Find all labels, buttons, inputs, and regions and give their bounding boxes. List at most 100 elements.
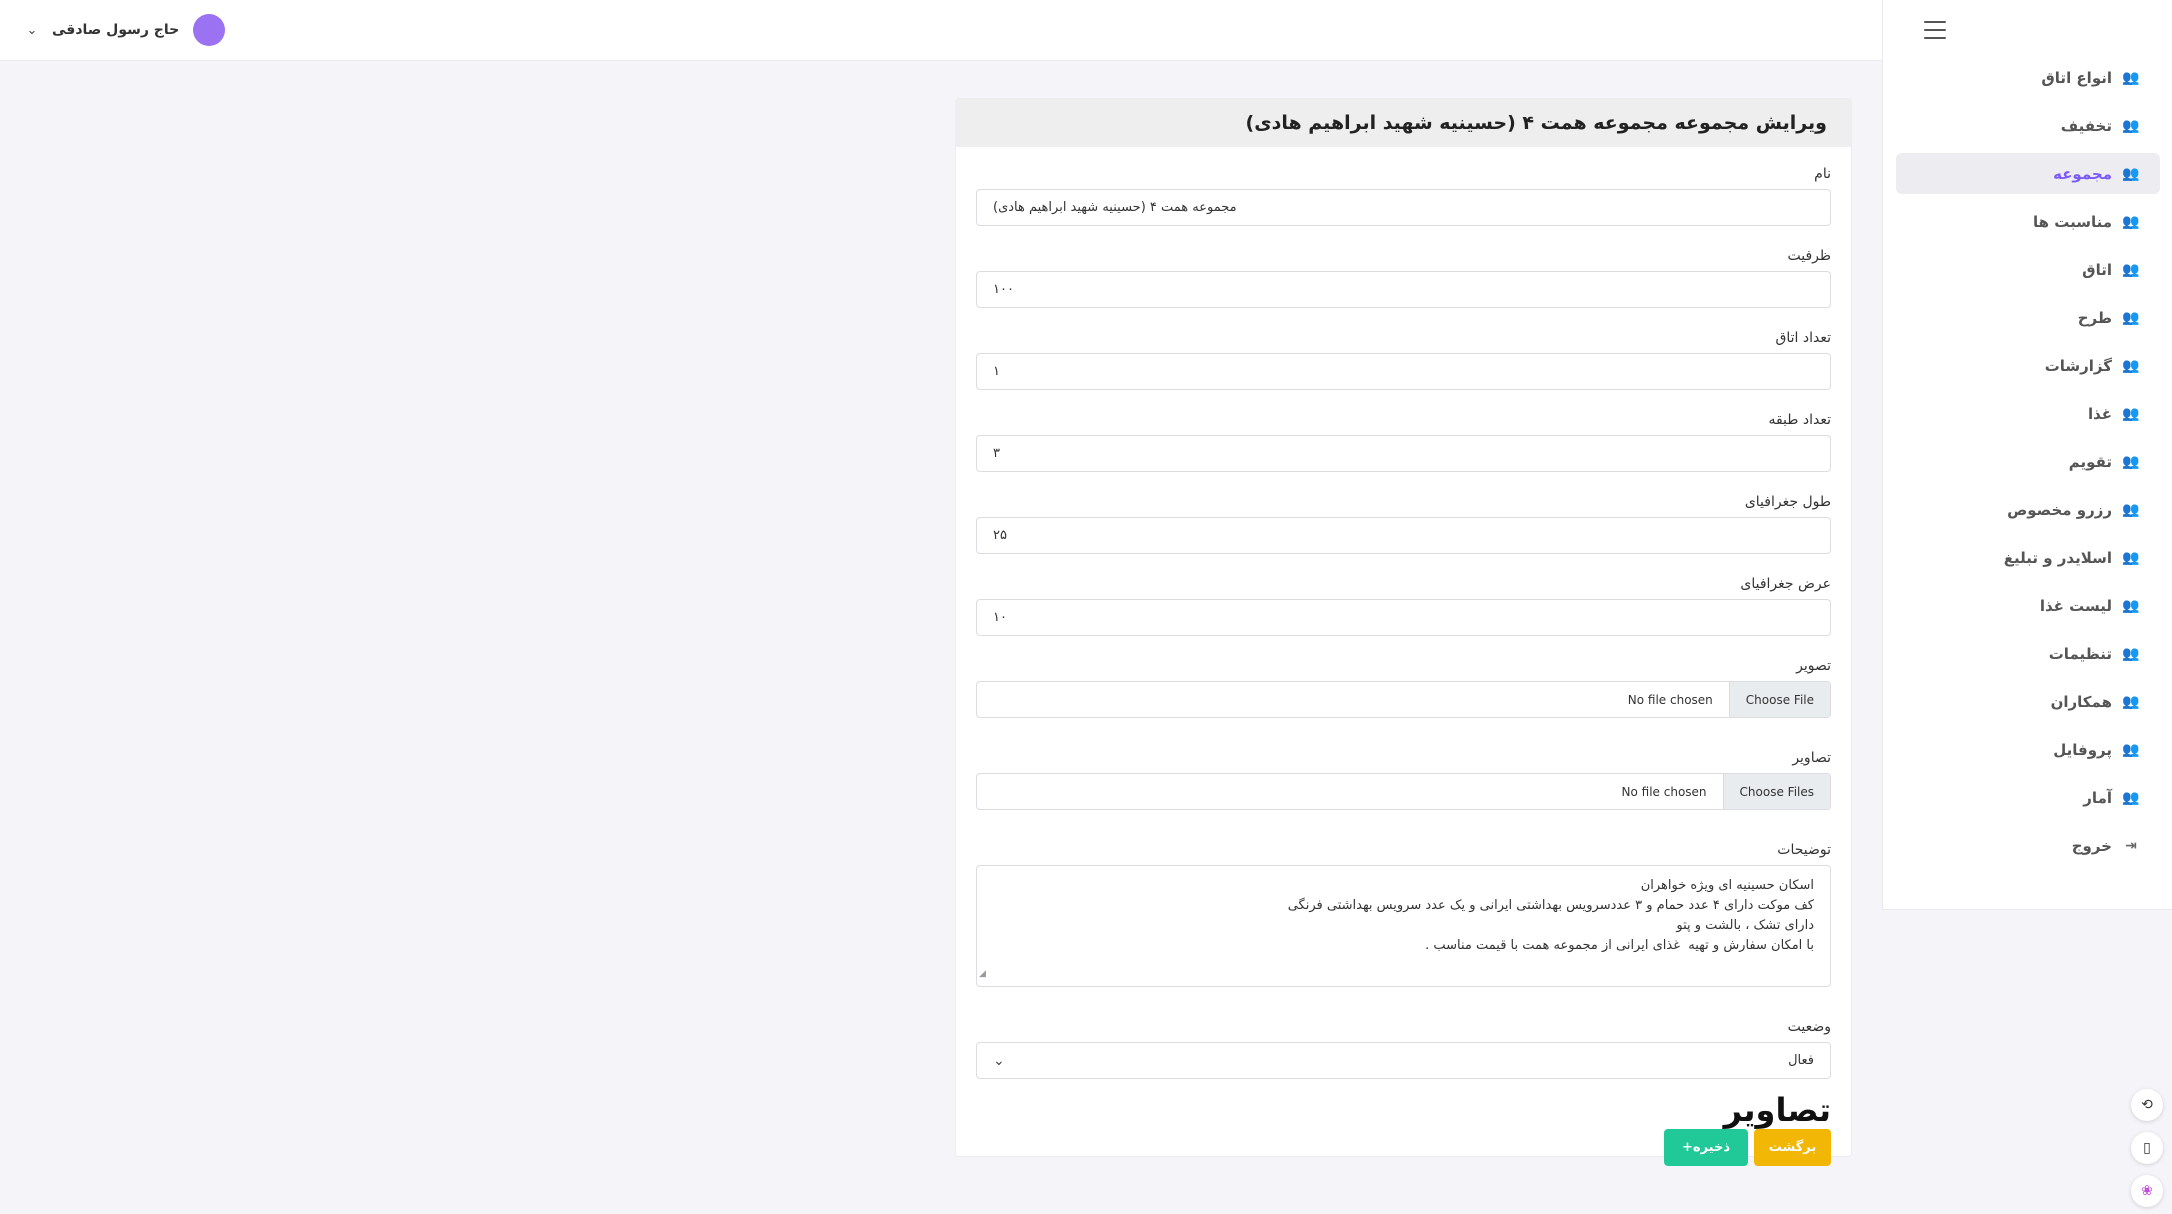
capacity-group: ظرفیت ۱۰۰ <box>976 246 1831 308</box>
sidebar-item-food[interactable]: 👥 غذا <box>1896 393 2160 434</box>
sidebar: 👥 انواع اتاق 👥 تخفیف 👥 مجموعه 👥 مناسبت ها 👥 ا… <box>1882 0 2172 910</box>
description-group: توضیحات اسکان حسینیه ای ویژه خواهران کف … <box>976 840 1831 987</box>
chevron-down-icon[interactable]: ⌄ <box>26 23 38 38</box>
choose-file-button[interactable]: Choose File <box>1728 682 1830 717</box>
rooms-label: تعداد اتاق <box>1775 330 1832 346</box>
users-icon: 👥 <box>2122 789 2140 806</box>
file-status: No file chosen <box>1627 692 1713 707</box>
longitude-value: ۲۵ <box>993 528 1007 543</box>
users-icon: 👥 <box>2122 165 2140 182</box>
resize-handle-icon[interactable]: ◢ <box>979 964 986 984</box>
sidebar-item-profile[interactable]: 👥 پروفایل <box>1896 729 2160 770</box>
card-header: ویرایش مجموعه مجموعه همت ۴ (حسینیه شهید … <box>956 99 1851 147</box>
floors-field[interactable]: ۳ <box>976 435 1831 472</box>
capacity-field[interactable]: ۱۰۰ <box>976 271 1831 308</box>
user-name[interactable]: حاج رسول صادقی <box>52 22 179 38</box>
latitude-value: ۱۰ <box>993 610 1007 625</box>
latitude-field[interactable]: ۱۰ <box>976 599 1831 636</box>
logout-icon: ⇥ <box>2125 837 2137 854</box>
status-label: وضعیت <box>1787 1019 1831 1035</box>
sidebar-item-label: غذا <box>2087 404 2112 423</box>
users-icon: 👥 <box>2122 741 2140 758</box>
sidebar-item-label: انواع اتاق <box>2041 68 2112 87</box>
longitude-field[interactable]: ۲۵ <box>976 517 1831 554</box>
image-group: تصویر Choose File No file chosen <box>976 656 1831 718</box>
users-icon: 👥 <box>2122 357 2140 374</box>
brain-icon[interactable]: ❀ <box>2131 1175 2163 1207</box>
book-icon[interactable]: ▯ <box>2131 1132 2163 1164</box>
sidebar-item-logout[interactable]: ⇥ خروج <box>1896 825 2160 866</box>
users-icon: 👥 <box>2122 69 2140 86</box>
status-group: وضعیت فعال ⌄ <box>976 1017 1831 1079</box>
description-textarea[interactable]: اسکان حسینیه ای ویژه خواهران کف موکت دار… <box>976 865 1831 987</box>
sidebar-item-special-reservation[interactable]: 👥 رزرو مخصوص <box>1896 489 2160 530</box>
capacity-value: ۱۰۰ <box>993 282 1014 297</box>
description-line: دارای تشک ، بالشت و پتو <box>1676 918 1814 933</box>
image-label: تصویر <box>1796 658 1831 674</box>
sidebar-item-discount[interactable]: 👥 تخفیف <box>1896 105 2160 146</box>
sidebar-item-label: پروفایل <box>2053 740 2112 759</box>
sidebar-item-plan[interactable]: 👥 طرح <box>1896 297 2160 338</box>
users-icon: 👥 <box>2122 501 2140 518</box>
users-icon: 👥 <box>2122 453 2140 470</box>
name-label: نام <box>1814 166 1831 182</box>
edit-collection-card: ویرایش مجموعه مجموعه همت ۴ (حسینیه شهید … <box>955 98 1852 1166</box>
sidebar-item-label: همکاران <box>2050 692 2112 711</box>
sidebar-item-label: اتاق <box>2082 260 2112 279</box>
name-field[interactable]: مجموعه همت ۴ (حسینیه شهید ابراهیم هادی) <box>976 189 1831 226</box>
top-bar: ⌄ حاج رسول صادقی <box>0 0 1882 61</box>
save-button[interactable]: ذخیره+ <box>1664 1129 1748 1166</box>
sidebar-item-label: تقویم <box>2068 452 2112 471</box>
choose-files-button[interactable]: Choose Files <box>1722 774 1830 809</box>
form-actions: برگشت ذخیره+ <box>976 1129 1831 1166</box>
sidebar-item-label: تنظیمات <box>2048 644 2112 663</box>
name-group: نام مجموعه همت ۴ (حسینیه شهید ابراهیم ها… <box>976 164 1831 226</box>
sidebar-item-label: اسلایدر و تبلیغ <box>2003 548 2112 567</box>
translate-icon[interactable]: ⟲ <box>2131 1089 2163 1121</box>
rooms-value: ۱ <box>993 364 1000 379</box>
files-status: No file chosen <box>1621 784 1707 799</box>
avatar[interactable] <box>193 14 226 46</box>
description-line: اسکان حسینیه ای ویژه خواهران <box>1640 878 1814 893</box>
sidebar-item-calendar[interactable]: 👥 تقویم <box>1896 441 2160 482</box>
sidebar-item-room[interactable]: 👥 اتاق <box>1896 249 2160 290</box>
chevron-down-icon: ⌄ <box>993 1052 1005 1069</box>
floors-label: تعداد طبقه <box>1768 412 1831 428</box>
sidebar-item-label: تخفیف <box>2060 116 2112 135</box>
sidebar-item-statistics[interactable]: 👥 آمار <box>1896 777 2160 818</box>
sidebar-item-slider-ads[interactable]: 👥 اسلایدر و تبلیغ <box>1896 537 2160 578</box>
users-icon: 👥 <box>2122 549 2140 566</box>
users-icon: 👥 <box>2122 261 2140 278</box>
name-value: مجموعه همت ۴ (حسینیه شهید ابراهیم هادی) <box>993 200 1237 215</box>
sidebar-item-collection[interactable]: 👥 مجموعه <box>1896 153 2160 194</box>
status-select[interactable]: فعال ⌄ <box>976 1042 1831 1079</box>
images-file-input[interactable]: Choose Files No file chosen <box>976 773 1831 810</box>
users-icon: 👥 <box>2122 597 2140 614</box>
hamburger-menu-icon[interactable] <box>1924 21 1946 39</box>
sidebar-item-food-list[interactable]: 👥 لیست غذا <box>1896 585 2160 626</box>
sidebar-item-settings[interactable]: 👥 تنظیمات <box>1896 633 2160 674</box>
sidebar-item-room-types[interactable]: 👥 انواع اتاق <box>1896 57 2160 98</box>
rooms-group: تعداد اتاق ۱ <box>976 328 1831 390</box>
sidebar-item-colleagues[interactable]: 👥 همکاران <box>1896 681 2160 722</box>
page-title: ویرایش مجموعه مجموعه همت ۴ (حسینیه شهید … <box>1245 112 1827 134</box>
latitude-group: عرض جغرافیای ۱۰ <box>976 574 1831 636</box>
sidebar-nav: 👥 انواع اتاق 👥 تخفیف 👥 مجموعه 👥 مناسبت ها 👥 ا… <box>1896 57 2160 873</box>
description-line: کف موکت دارای ۴ عدد حمام و ۳ عددسرویس به… <box>1287 898 1814 913</box>
users-icon: 👥 <box>2122 309 2140 326</box>
rooms-field[interactable]: ۱ <box>976 353 1831 390</box>
user-menu[interactable]: ⌄ حاج رسول صادقی <box>26 14 226 46</box>
back-button[interactable]: برگشت <box>1754 1129 1831 1166</box>
image-file-input[interactable]: Choose File No file chosen <box>976 681 1831 718</box>
sidebar-item-reports[interactable]: 👥 گزارشات <box>1896 345 2160 386</box>
floors-group: تعداد طبقه ۳ <box>976 410 1831 472</box>
capacity-label: ظرفیت <box>1787 248 1831 264</box>
images-heading: تصاویر <box>1723 1091 1831 1129</box>
sidebar-item-occasions[interactable]: 👥 مناسبت ها <box>1896 201 2160 242</box>
form-body: نام مجموعه همت ۴ (حسینیه شهید ابراهیم ها… <box>956 147 1851 1166</box>
sidebar-item-label: رزرو مخصوص <box>2007 500 2112 519</box>
sidebar-item-label: لیست غذا <box>2039 596 2112 615</box>
users-icon: 👥 <box>2122 213 2140 230</box>
sidebar-item-label: طرح <box>2077 308 2112 327</box>
status-value: فعال <box>1788 1053 1814 1068</box>
